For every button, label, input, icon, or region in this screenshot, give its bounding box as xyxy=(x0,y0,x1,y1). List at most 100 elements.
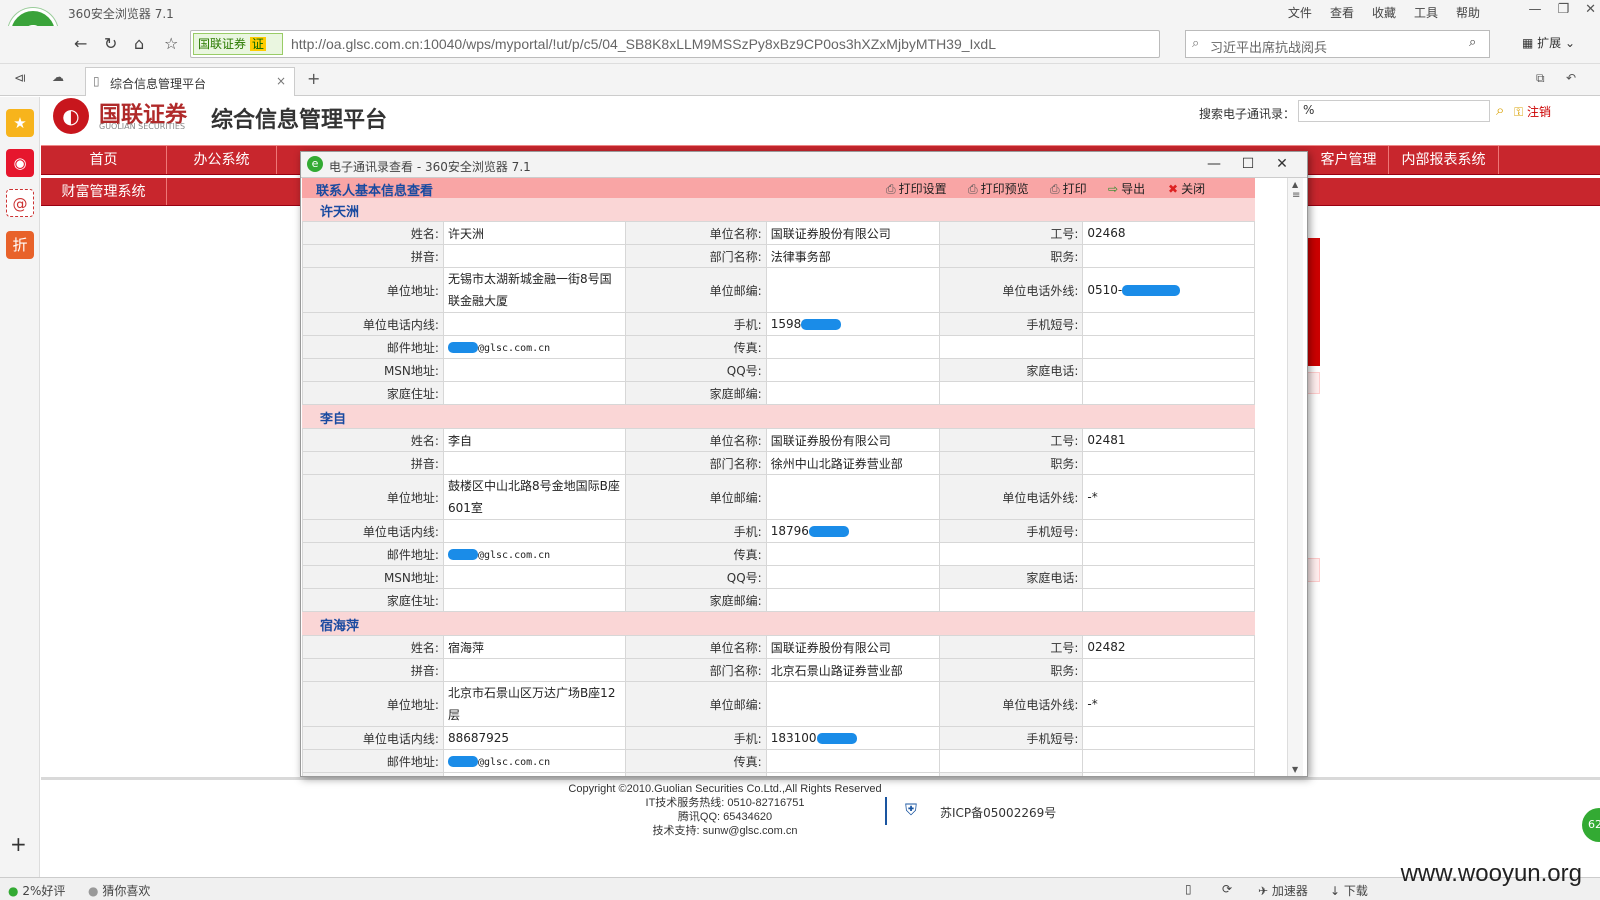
contact-header: 李自 xyxy=(302,405,1255,428)
app-title: 360安全浏览器 7.1 xyxy=(68,7,174,21)
it-hotline: IT技术服务热线: 0510-82716751 xyxy=(645,797,805,809)
empty-cell xyxy=(1082,542,1255,566)
printer-icon: ⎙ xyxy=(1050,182,1060,196)
label-home-phone: 家庭电话: xyxy=(939,565,1084,589)
menu-view[interactable]: 查看 xyxy=(1330,4,1354,21)
value-ext-phone-text: 0510- xyxy=(1087,283,1123,297)
minimize-icon[interactable]: — xyxy=(1197,154,1231,174)
popup-scrollbar[interactable]: ▲ ≡ ▼ xyxy=(1287,178,1303,776)
weibo-icon[interactable]: ◉ xyxy=(6,149,34,177)
redaction-mark xyxy=(447,342,478,353)
mail-icon[interactable]: @ xyxy=(6,189,34,217)
url-text[interactable]: http://oa.glsc.com.cn:10040/wps/myportal… xyxy=(291,36,1111,52)
print-preview-button[interactable]: ⎙ 打印预览 xyxy=(968,180,1029,197)
icp-number[interactable]: 苏ICP备05002269号 xyxy=(940,804,1056,821)
browser-search-input[interactable]: ⌕ 习近平出席抗战阅兵 ⌕ xyxy=(1185,30,1490,58)
browser-navbar: ← ↻ ⌂ ☆ 国联证券 证 http://oa.glsc.com.cn:100… xyxy=(0,26,1600,64)
popup-content: 联系人基本信息查看 ⎙ 打印设置 ⎙ 打印预览 ⎙ 打印 ⇨ 导出 ✖ 关闭 许天洲 姓名… xyxy=(302,178,1255,776)
scroll-up-icon[interactable]: ▲ xyxy=(1292,180,1298,189)
value-pinyin xyxy=(442,451,626,475)
portal-header: ◐ 国联证券 GUOLIAN SECURITIES 综合信息管理平台 搜索电子通… xyxy=(41,97,1600,145)
value-email: @glsc.com.cn xyxy=(442,749,626,773)
discount-icon[interactable]: 折 xyxy=(6,231,34,259)
nav-reports[interactable]: 内部报表系统 xyxy=(1389,146,1499,174)
contact-card: 宿海萍 姓名: 宿海萍 单位名称: 国联证券股份有限公司 工号: 02482 拼音: 部门名… xyxy=(302,612,1255,776)
extensions-button[interactable]: ▦ 扩展 ⌄ xyxy=(1522,34,1575,51)
footer-divider xyxy=(41,777,1600,780)
nav-home[interactable]: 首页 xyxy=(41,146,167,174)
tab-active[interactable]: ▯ 综合信息管理平台 × xyxy=(85,67,295,96)
add-icon[interactable]: + xyxy=(10,832,27,856)
rating-label: 2%好评 xyxy=(22,884,66,898)
menu-favorites[interactable]: 收藏 xyxy=(1372,4,1396,21)
address-bar[interactable]: 国联证券 证 http://oa.glsc.com.cn:10040/wps/m… xyxy=(190,30,1160,58)
label-sms: 手机短号: xyxy=(939,726,1084,750)
logout-label: 注销 xyxy=(1526,105,1551,119)
contact-toolbar: 联系人基本信息查看 ⎙ 打印设置 ⎙ 打印预览 ⎙ 打印 ⇨ 导出 ✖ 关闭 xyxy=(302,178,1255,199)
undo-icon[interactable]: ↶ xyxy=(1566,71,1576,85)
window-controls: — ❐ ✕ xyxy=(1528,2,1596,17)
brand-logo-icon: ◐ xyxy=(53,98,89,134)
value-company-text: 国联证券股份有限公司 xyxy=(770,433,891,448)
search-icon[interactable]: ⌕ xyxy=(1469,35,1476,50)
value-mobile: 1598 xyxy=(765,312,941,336)
close-icon[interactable]: ✕ xyxy=(1265,154,1299,174)
value-address: 北京市石景山区万达广场B座12层 xyxy=(442,681,626,727)
tab-close-icon[interactable]: × xyxy=(276,74,286,88)
download-button[interactable]: ↓ 下载 xyxy=(1330,882,1368,899)
menu-file[interactable]: 文件 xyxy=(1288,4,1312,21)
sidebar-toggle-icon[interactable]: ⧏ xyxy=(14,71,26,85)
nav-customer[interactable]: 客户管理 xyxy=(1309,146,1389,174)
menu-help[interactable]: 帮助 xyxy=(1456,4,1480,21)
label-mobile: 手机: xyxy=(624,519,767,543)
refresh-icon[interactable]: ⟳ xyxy=(1222,882,1232,896)
label-home-phone: 家庭电话: xyxy=(939,772,1084,776)
value-email-text: @glsc.com.cn xyxy=(477,757,551,768)
browser-menu: 文件 查看 收藏 工具 帮助 xyxy=(1288,4,1480,21)
refresh-icon[interactable]: ↻ xyxy=(104,34,117,53)
back-icon[interactable]: ← xyxy=(74,34,87,53)
print-button[interactable]: ⎙ 打印 xyxy=(1050,180,1087,197)
menu-tools[interactable]: 工具 xyxy=(1414,4,1438,21)
print-setup-button[interactable]: ⎙ 打印设置 xyxy=(886,180,947,197)
star-icon[interactable]: ☆ xyxy=(164,34,178,53)
mobile-icon[interactable]: ▯ xyxy=(1185,882,1192,896)
scroll-down-icon[interactable]: ▼ xyxy=(1292,765,1298,774)
printer-icon: ⎙ xyxy=(886,182,896,196)
value-home-phone xyxy=(1082,772,1255,776)
label-pinyin: 拼音: xyxy=(302,658,444,682)
value-postcode xyxy=(765,474,941,520)
rating-button[interactable]: ● 2%好评 xyxy=(8,882,65,899)
maximize-icon[interactable]: ☐ xyxy=(1231,154,1265,174)
directory-search-input[interactable]: % xyxy=(1298,100,1490,122)
scroll-thumb[interactable]: ≡ xyxy=(1292,190,1300,201)
maximize-icon[interactable]: ❐ xyxy=(1557,2,1569,17)
table-row: 拼音: 部门名称: 北京石景山路证券营业部 职务: xyxy=(302,658,1255,682)
nav-wealth[interactable]: 财富管理系统 xyxy=(41,178,167,205)
value-mobile-text: 1598 xyxy=(770,317,802,331)
table-row: 姓名: 李自 单位名称: 国联证券股份有限公司 工号: 02481 xyxy=(302,428,1255,452)
home-icon[interactable]: ⌂ xyxy=(134,34,144,53)
favorites-icon[interactable]: ★ xyxy=(6,109,34,137)
empty-cell xyxy=(939,749,1084,773)
restore-tabs-icon[interactable]: ⧉ xyxy=(1536,71,1545,86)
value-pinyin xyxy=(442,244,626,268)
minimize-icon[interactable]: — xyxy=(1528,2,1541,17)
table-row: MSN地址: QQ号: 家庭电话: xyxy=(302,772,1255,776)
nav-office[interactable]: 办公系统 xyxy=(167,146,277,174)
logout-link[interactable]: ⚿ 注销 xyxy=(1514,103,1551,120)
cert-badge[interactable]: 国联证券 证 xyxy=(193,33,283,55)
new-tab-icon[interactable]: + xyxy=(307,69,320,88)
guess-button[interactable]: ● 猜你喜欢 xyxy=(88,882,150,899)
close-button[interactable]: ✖ 关闭 xyxy=(1168,180,1205,197)
close-icon[interactable]: ✕ xyxy=(1585,2,1596,17)
search-icon[interactable]: ⌕ xyxy=(1496,101,1504,119)
accelerator-button[interactable]: ✈ 加速器 xyxy=(1258,882,1308,899)
export-button[interactable]: ⇨ 导出 xyxy=(1108,180,1145,197)
footer: Copyright ©2010.Guolian Securities Co.Lt… xyxy=(560,782,890,838)
status-bar: ● 2%好评 ● 猜你喜欢 ▯ ⟳ ✈ 加速器 ↓ 下载 xyxy=(0,877,1600,900)
float-badge[interactable]: 62 xyxy=(1582,808,1600,842)
contact-table: 姓名: 宿海萍 单位名称: 国联证券股份有限公司 工号: 02482 拼音: 部门名称: 北京… xyxy=(302,635,1255,776)
cloud-icon[interactable]: ☁ xyxy=(52,70,64,84)
print-label: 打印 xyxy=(1062,182,1087,196)
